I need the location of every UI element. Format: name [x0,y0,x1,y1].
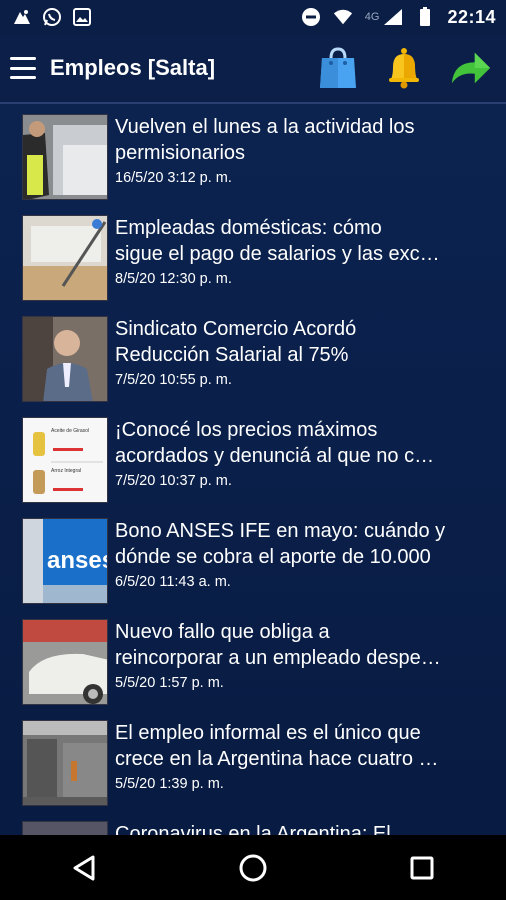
back-icon[interactable] [54,843,114,893]
list-item[interactable]: Coronavirus en la Argentina: El [22,813,492,835]
list-item[interactable]: Nuevo fallo que obliga a reincorporar a … [22,611,492,705]
list-item[interactable]: Vuelven el lunes a la actividad los perm… [22,106,492,200]
news-feed[interactable]: Vuelven el lunes a la actividad los perm… [0,104,506,835]
list-item[interactable]: El empleo informal es el único que crece… [22,712,492,806]
whatsapp-icon [42,7,62,27]
article-title[interactable]: El empleo informal es el único que crece… [115,720,480,772]
article-date: 7/5/20 10:37 p. m. [115,473,232,489]
article-title[interactable]: Coronavirus en la Argentina: El [115,821,480,835]
status-bar: 4G 22:14 [0,0,506,34]
article-date: 7/5/20 10:55 p. m. [115,372,232,388]
page-title: Empleos [Salta] [50,55,216,80]
app-bar: Empleos [Salta] [0,34,506,102]
anses-logo-text: anses [47,547,107,574]
battery-icon [415,7,435,27]
article-thumbnail [22,720,108,806]
article-title[interactable]: Nuevo fallo que obliga a reincorporar a … [115,619,480,671]
share-arrow-icon[interactable] [448,46,492,90]
article-thumbnail [22,114,108,200]
article-date: 8/5/20 12:30 p. m. [115,271,232,287]
notification-bell-icon[interactable] [382,46,426,90]
thumbnail-caption: Arroz Integral [51,468,82,474]
article-title[interactable]: Bono ANSES IFE en mayo: cuándo y dónde s… [115,518,480,570]
article-thumbnail [22,619,108,705]
clock: 22:14 [447,6,496,27]
article-title[interactable]: Empleadas domésticas: cómo sigue el pago… [115,215,480,267]
article-thumbnail: Aceite de Girasol Arroz Integral [22,417,108,503]
article-thumbnail [22,821,108,835]
thumbnail-caption: Aceite de Girasol [51,428,90,434]
list-item[interactable]: anses Bono ANSES IFE en mayo: cuándo y d… [22,510,492,604]
article-thumbnail [22,215,108,301]
article-title[interactable]: Vuelven el lunes a la actividad los perm… [115,114,480,166]
wifi-icon [333,7,353,27]
article-thumbnail: anses [22,518,108,604]
article-date: 5/5/20 1:57 p. m. [115,675,224,691]
do-not-disturb-icon [301,7,321,27]
article-title[interactable]: Sindicato Comercio Acordó Reducción Sala… [115,316,480,368]
article-title[interactable]: ¡Conocé los precios máximos acordados y … [115,417,480,469]
system-nav-bar [0,835,506,900]
article-date: 16/5/20 3:12 p. m. [115,170,232,186]
network-type: 4G [364,11,380,23]
shopping-bag-icon[interactable] [316,46,360,90]
menu-icon[interactable] [10,55,36,81]
article-date: 6/5/20 11:43 a. m. [115,574,231,590]
list-item[interactable]: Sindicato Comercio Acordó Reducción Sala… [22,308,492,402]
gallery-icon [72,7,92,27]
article-thumbnail [22,316,108,402]
app-notification-icon [12,7,32,27]
recents-icon[interactable] [392,843,452,893]
list-item[interactable]: Empleadas domésticas: cómo sigue el pago… [22,207,492,301]
article-date: 5/5/20 1:39 p. m. [115,776,224,792]
home-icon[interactable] [223,843,283,893]
signal-icon [383,7,403,27]
list-item[interactable]: Aceite de Girasol Arroz Integral ¡Conocé… [22,409,492,503]
